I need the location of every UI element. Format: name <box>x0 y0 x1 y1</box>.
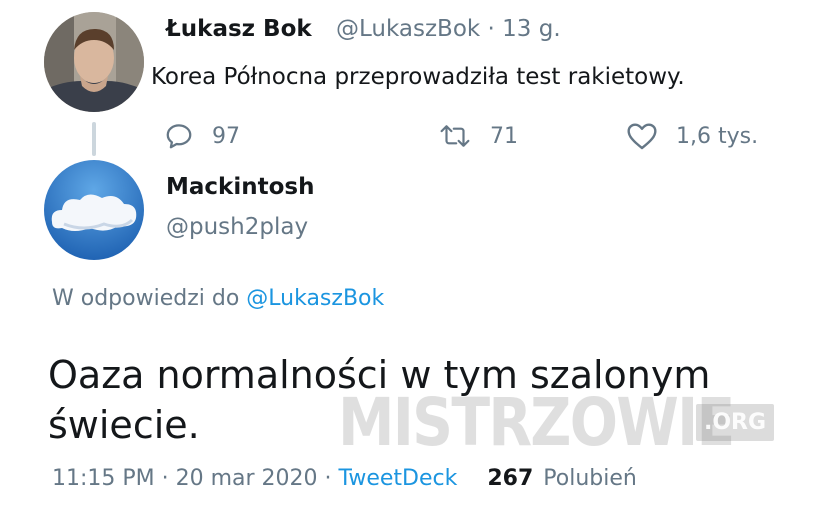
replying-prefix: W odpowiedzi do <box>52 286 240 311</box>
avatar-lukasz-bok[interactable] <box>44 12 144 112</box>
tweet-source-link[interactable]: TweetDeck <box>339 466 458 491</box>
reply-author-handle[interactable]: @push2play <box>166 214 308 240</box>
reply-icon <box>166 124 192 149</box>
parent-author-handle-time[interactable]: @LukaszBok · 13 g. <box>336 16 561 42</box>
like-count: 1,6 tys. <box>676 123 759 149</box>
reply-author-name[interactable]: Mackintosh <box>166 174 314 200</box>
tweet-timestamp[interactable]: 11:15 PM · 20 mar 2020 · <box>52 466 339 491</box>
watermark-logo-suffix: .ORG <box>696 404 775 441</box>
likes-count[interactable]: 267 <box>487 466 533 491</box>
tweet-meta-line: 11:15 PM · 20 mar 2020 · TweetDeck 267 P… <box>52 466 637 491</box>
parent-author-handle[interactable]: @LukaszBok <box>336 16 480 42</box>
likes-label[interactable]: Polubień <box>543 466 637 491</box>
heart-icon <box>627 123 657 150</box>
avatar-sky-cloud <box>44 160 144 260</box>
watermark-logo: MISTRZOWIE <box>338 384 735 461</box>
thread-connector-line <box>92 122 96 156</box>
parent-tweet-text: Korea Północna przeprowadziła test rakie… <box>151 64 685 90</box>
retweet-count: 71 <box>490 123 518 149</box>
retweet-icon <box>440 125 470 147</box>
replying-to-mention-link[interactable]: @LukaszBok <box>246 286 384 311</box>
replying-to-line: W odpowiedzi do @LukaszBok <box>52 286 384 311</box>
like-button[interactable]: 1,6 tys. <box>626 120 758 152</box>
avatar-mackintosh[interactable] <box>44 160 144 260</box>
retweet-button[interactable]: 71 <box>438 120 518 152</box>
avatar-photo <box>44 12 144 112</box>
parent-author-name[interactable]: Łukasz Bok <box>166 16 312 42</box>
parent-time-ago[interactable]: · 13 g. <box>488 16 561 42</box>
reply-count: 97 <box>212 123 240 149</box>
reply-button[interactable]: 97 <box>164 120 240 152</box>
